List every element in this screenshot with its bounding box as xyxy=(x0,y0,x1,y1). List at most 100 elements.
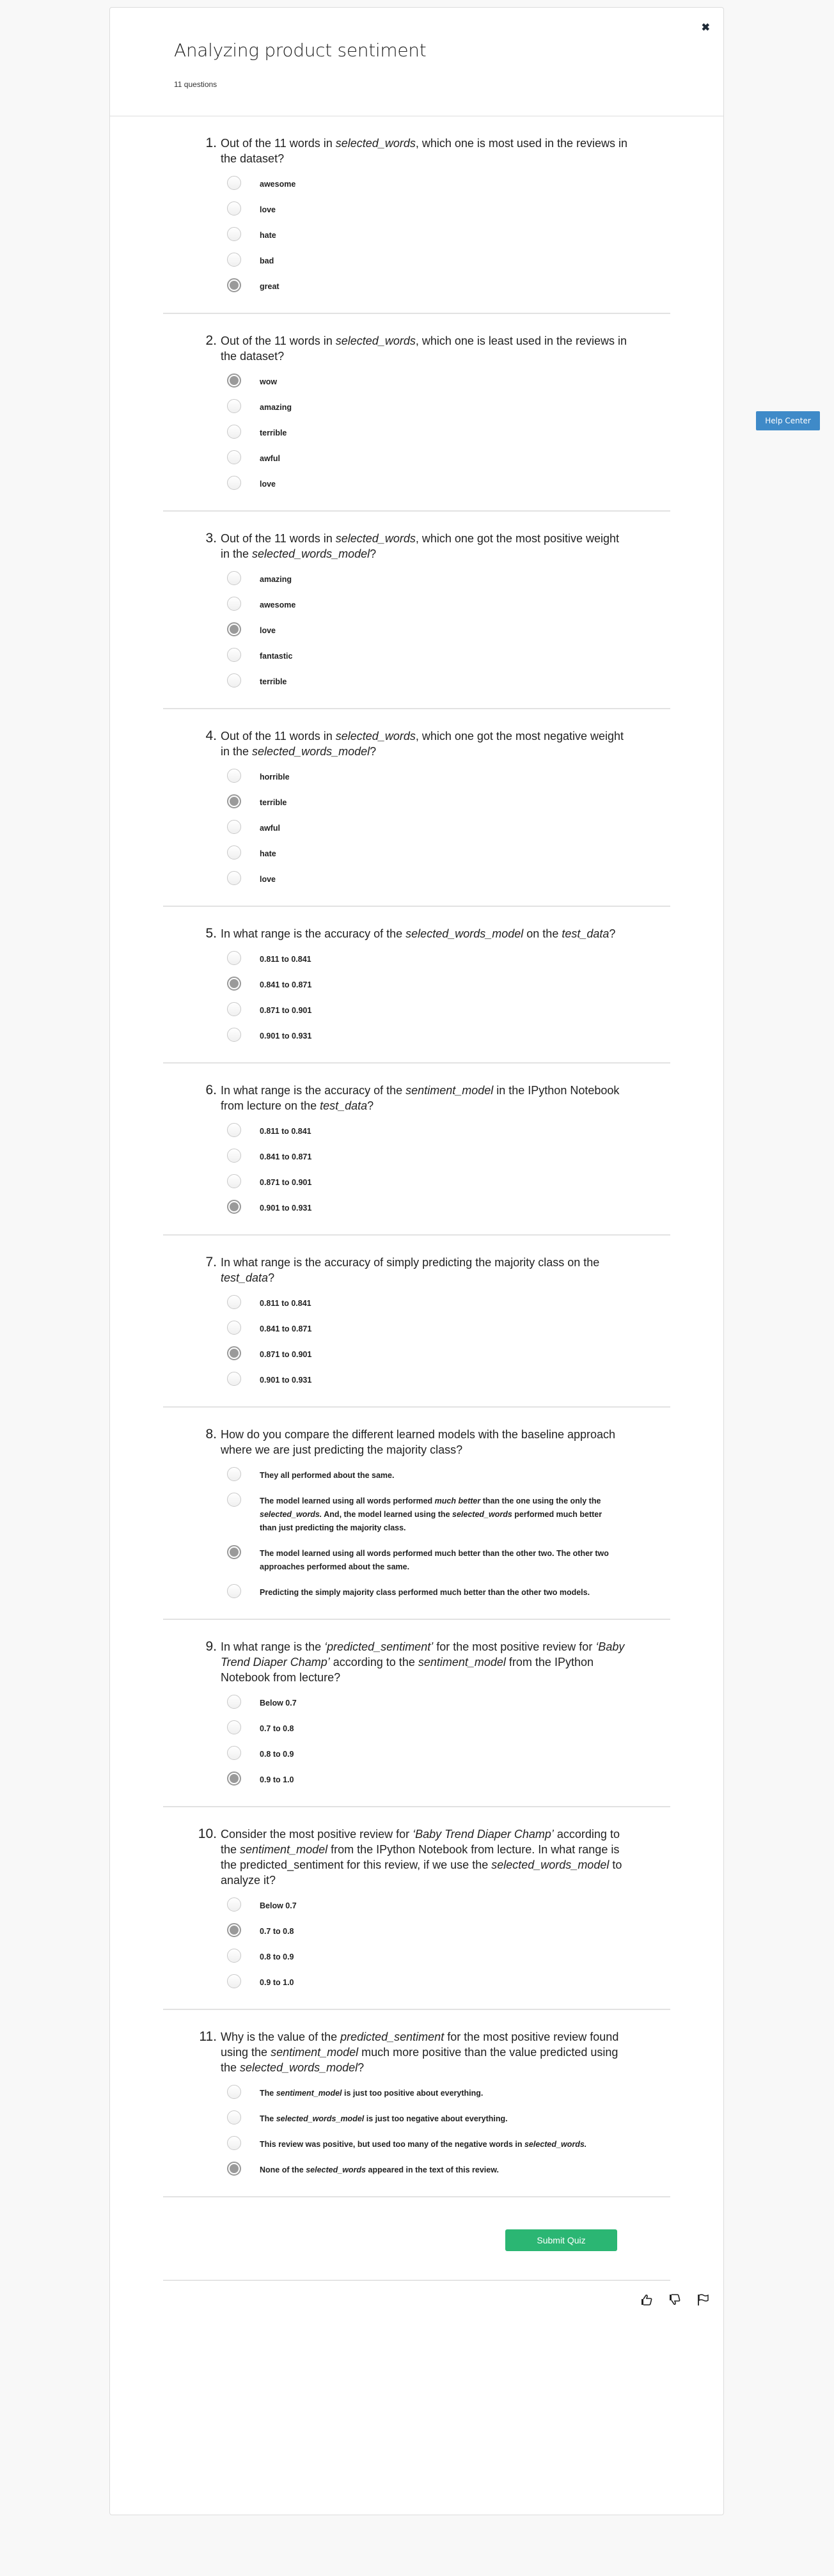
radio-button[interactable] xyxy=(227,845,241,860)
answer-option[interactable]: 0.8 to 0.9 xyxy=(221,1746,670,1761)
radio-button-selected[interactable] xyxy=(227,794,241,808)
answer-option[interactable]: terrible xyxy=(221,673,670,689)
answer-option[interactable]: Predicting the simply majority class per… xyxy=(221,1584,670,1599)
radio-button[interactable] xyxy=(227,648,241,662)
radio-button[interactable] xyxy=(227,1028,241,1042)
answer-option[interactable]: awful xyxy=(221,450,670,466)
radio-button[interactable] xyxy=(227,399,241,413)
answer-option[interactable]: hate xyxy=(221,845,670,861)
radio-button[interactable] xyxy=(227,201,241,216)
answer-option[interactable]: 0.871 to 0.901 xyxy=(221,1346,670,1362)
radio-button-selected[interactable] xyxy=(227,977,241,991)
answer-option[interactable]: 0.9 to 1.0 xyxy=(221,1771,670,1787)
radio-button-selected[interactable] xyxy=(227,373,241,388)
radio-button[interactable] xyxy=(227,597,241,611)
answer-option[interactable]: The sentiment_model is just too positive… xyxy=(221,2085,670,2100)
radio-button[interactable] xyxy=(227,1321,241,1335)
answer-option[interactable]: 0.7 to 0.8 xyxy=(221,1720,670,1736)
answer-option[interactable]: wow xyxy=(221,373,670,389)
radio-button[interactable] xyxy=(227,871,241,885)
answer-option[interactable]: awful xyxy=(221,820,670,835)
answer-option[interactable]: The selected_words_model is just too neg… xyxy=(221,2110,670,2126)
answer-option[interactable]: This review was positive, but used too m… xyxy=(221,2136,670,2151)
radio-button[interactable] xyxy=(227,1949,241,1963)
answer-option[interactable]: They all performed about the same. xyxy=(221,1467,670,1482)
answer-option[interactable]: hate xyxy=(221,227,670,242)
answer-option[interactable]: 0.8 to 0.9 xyxy=(221,1949,670,1964)
submit-quiz-button[interactable]: Submit Quiz xyxy=(505,2229,617,2251)
radio-button[interactable] xyxy=(227,1149,241,1163)
answer-option[interactable]: fantastic xyxy=(221,648,670,663)
answer-option[interactable]: horrible xyxy=(221,769,670,784)
answer-option[interactable]: None of the selected_words appeared in t… xyxy=(221,2162,670,2177)
answer-option[interactable]: 0.811 to 0.841 xyxy=(221,951,670,966)
answer-option[interactable]: The model learned using all words perfor… xyxy=(221,1493,670,1535)
answer-option[interactable]: 0.901 to 0.931 xyxy=(221,1200,670,1215)
close-icon[interactable]: ✖ xyxy=(702,21,710,34)
answer-option[interactable]: 0.811 to 0.841 xyxy=(221,1123,670,1138)
answer-option[interactable]: love xyxy=(221,871,670,886)
radio-button[interactable] xyxy=(227,571,241,585)
answer-option[interactable]: awesome xyxy=(221,176,670,191)
radio-button[interactable] xyxy=(227,1002,241,1016)
radio-button-selected[interactable] xyxy=(227,1771,241,1786)
radio-button[interactable] xyxy=(227,2110,241,2124)
answer-option[interactable]: Below 0.7 xyxy=(221,1695,670,1710)
flag-icon[interactable] xyxy=(696,2293,709,2306)
answer-option[interactable]: 0.901 to 0.931 xyxy=(221,1372,670,1387)
radio-button-selected[interactable] xyxy=(227,1545,241,1559)
radio-button[interactable] xyxy=(227,227,241,241)
radio-button-selected[interactable] xyxy=(227,1346,241,1360)
radio-button[interactable] xyxy=(227,1974,241,1988)
answer-option[interactable]: awesome xyxy=(221,597,670,612)
radio-button[interactable] xyxy=(227,673,241,687)
answer-option[interactable]: 0.871 to 0.901 xyxy=(221,1174,670,1190)
radio-button[interactable] xyxy=(227,1174,241,1188)
radio-button[interactable] xyxy=(227,2136,241,2150)
answer-option[interactable]: 0.871 to 0.901 xyxy=(221,1002,670,1017)
radio-button[interactable] xyxy=(227,769,241,783)
answer-option[interactable]: 0.841 to 0.871 xyxy=(221,977,670,992)
radio-button-selected[interactable] xyxy=(227,1923,241,1937)
answer-option[interactable]: amazing xyxy=(221,571,670,586)
help-center-button[interactable]: Help Center xyxy=(756,411,820,430)
radio-button-selected[interactable] xyxy=(227,1200,241,1214)
radio-button-selected[interactable] xyxy=(227,278,241,292)
radio-button[interactable] xyxy=(227,1123,241,1137)
answer-option[interactable]: 0.901 to 0.931 xyxy=(221,1028,670,1043)
radio-button[interactable] xyxy=(227,253,241,267)
answer-option[interactable]: 0.841 to 0.871 xyxy=(221,1321,670,1336)
radio-button[interactable] xyxy=(227,176,241,190)
radio-button[interactable] xyxy=(227,425,241,439)
radio-button[interactable] xyxy=(227,1746,241,1760)
answer-option[interactable]: Below 0.7 xyxy=(221,1897,670,1913)
answer-option[interactable]: love xyxy=(221,476,670,491)
answer-option[interactable]: terrible xyxy=(221,794,670,810)
radio-button[interactable] xyxy=(227,1493,241,1507)
answer-option[interactable]: love xyxy=(221,201,670,217)
radio-button[interactable] xyxy=(227,1467,241,1481)
answer-option[interactable]: terrible xyxy=(221,425,670,440)
radio-button[interactable] xyxy=(227,1584,241,1598)
thumbs-up-icon[interactable] xyxy=(640,2293,653,2306)
answer-option[interactable]: amazing xyxy=(221,399,670,414)
answer-option[interactable]: 0.7 to 0.8 xyxy=(221,1923,670,1938)
radio-button-selected[interactable] xyxy=(227,622,241,636)
answer-option[interactable]: bad xyxy=(221,253,670,268)
answer-option[interactable]: 0.841 to 0.871 xyxy=(221,1149,670,1164)
answer-option[interactable]: The model learned using all words perfor… xyxy=(221,1545,670,1574)
answer-option[interactable]: 0.9 to 1.0 xyxy=(221,1974,670,1990)
radio-button[interactable] xyxy=(227,2085,241,2099)
radio-button[interactable] xyxy=(227,951,241,965)
radio-button[interactable] xyxy=(227,1372,241,1386)
radio-button[interactable] xyxy=(227,1897,241,1912)
answer-option[interactable]: great xyxy=(221,278,670,294)
answer-option[interactable]: love xyxy=(221,622,670,638)
radio-button[interactable] xyxy=(227,1695,241,1709)
radio-button-selected[interactable] xyxy=(227,2162,241,2176)
radio-button[interactable] xyxy=(227,1295,241,1309)
radio-button[interactable] xyxy=(227,476,241,490)
thumbs-down-icon[interactable] xyxy=(668,2293,681,2306)
answer-option[interactable]: 0.811 to 0.841 xyxy=(221,1295,670,1310)
radio-button[interactable] xyxy=(227,1720,241,1734)
